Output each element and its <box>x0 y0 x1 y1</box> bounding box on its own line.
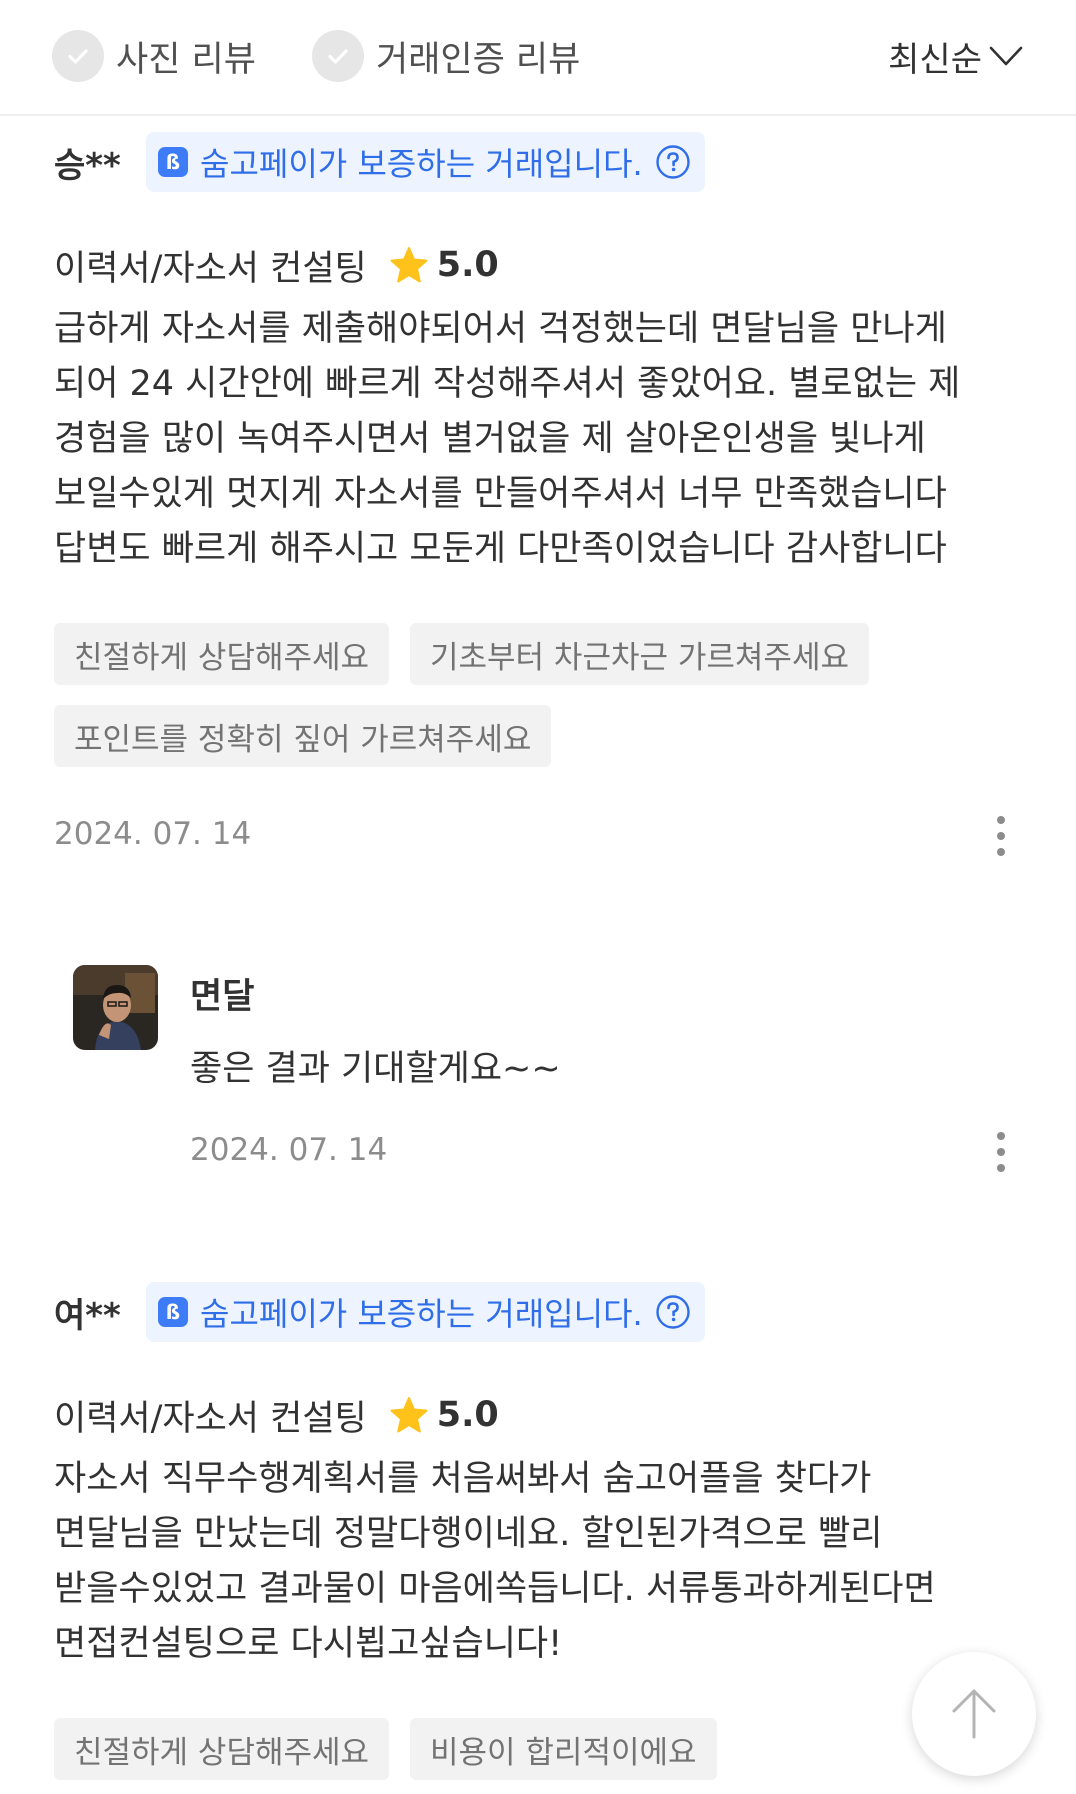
pay-guarantee-badge[interactable]: ß 숨고페이가 보증하는 거래입니다. <box>146 132 705 192</box>
service-name: 이력서/자소서 컨설팅 <box>54 1398 367 1439</box>
scroll-to-top-button[interactable] <box>912 1652 1036 1776</box>
more-vertical-icon[interactable] <box>986 811 1016 861</box>
soomgo-pay-logo-icon: ß <box>158 1297 188 1327</box>
sort-dropdown[interactable]: 최신순 <box>888 28 1024 84</box>
sort-label: 최신순 <box>888 39 982 80</box>
expert-name: 면달 <box>190 977 255 1017</box>
star-icon <box>390 1397 428 1433</box>
review-body: 자소서 직무수행계획서를 처음써봐서 숨고어플을 찾다가 면달님을 만났는데 정… <box>54 1459 936 1664</box>
review-tag: 포인트를 정확히 짚어 가르쳐주세요 <box>54 705 552 767</box>
pay-guarantee-text: 숨고페이가 보증하는 거래입니다. <box>200 145 643 183</box>
arrow-up-icon <box>952 1689 996 1739</box>
service-name: 이력서/자소서 컨설팅 <box>54 248 367 289</box>
review-header: 여** ß 숨고페이가 보증하는 거래입니다. <box>54 1282 705 1342</box>
rating-value: 5.0 <box>436 245 499 285</box>
star-icon <box>390 247 428 283</box>
review-header: 승** ß 숨고페이가 보증하는 거래입니다. <box>54 132 705 192</box>
review-tag: 기초부터 차근차근 가르쳐주세요 <box>410 623 869 685</box>
pay-guarantee-badge[interactable]: ß 숨고페이가 보증하는 거래입니다. <box>146 1282 705 1342</box>
chevron-down-icon <box>989 46 1023 66</box>
expert-reply-text: 좋은 결과 기대할게요~~ <box>190 1049 561 1089</box>
review-tag: 친절하게 상담해주세요 <box>54 623 390 685</box>
expert-avatar <box>73 965 158 1050</box>
photo-review-filter[interactable]: 사진 리뷰 <box>52 28 256 84</box>
rating-value: 5.0 <box>436 1395 499 1435</box>
review-body: 급하게 자소서를 제출해야되어서 걱정했는데 면달님을 만나게 되어 24 시간… <box>54 309 961 569</box>
reviewer-name: 여** <box>54 1295 121 1336</box>
verified-review-filter[interactable]: 거래인증 리뷰 <box>312 28 580 84</box>
review-date: 2024. 07. 14 <box>54 816 252 852</box>
review-filter-bar: 사진 리뷰 거래인증 리뷰 최신순 <box>0 0 1076 116</box>
check-icon <box>52 30 104 82</box>
question-circle-icon[interactable] <box>655 144 691 180</box>
pay-guarantee-text: 숨고페이가 보증하는 거래입니다. <box>200 1295 643 1333</box>
verified-review-label: 거래인증 리뷰 <box>376 39 581 80</box>
reviewer-name: 승** <box>54 145 121 186</box>
question-circle-icon[interactable] <box>655 1294 691 1330</box>
review-tag: 비용이 합리적이에요 <box>410 1718 717 1780</box>
review-tag: 친절하게 상담해주세요 <box>54 1718 390 1780</box>
reply-date: 2024. 07. 14 <box>190 1132 388 1168</box>
service-rating-row: 이력서/자소서 컨설팅 5.0 <box>54 1390 499 1440</box>
photo-review-label: 사진 리뷰 <box>116 39 256 80</box>
more-vertical-icon[interactable] <box>986 1127 1016 1177</box>
soomgo-pay-logo-icon: ß <box>158 147 188 177</box>
check-icon <box>312 30 364 82</box>
service-rating-row: 이력서/자소서 컨설팅 5.0 <box>54 240 499 290</box>
